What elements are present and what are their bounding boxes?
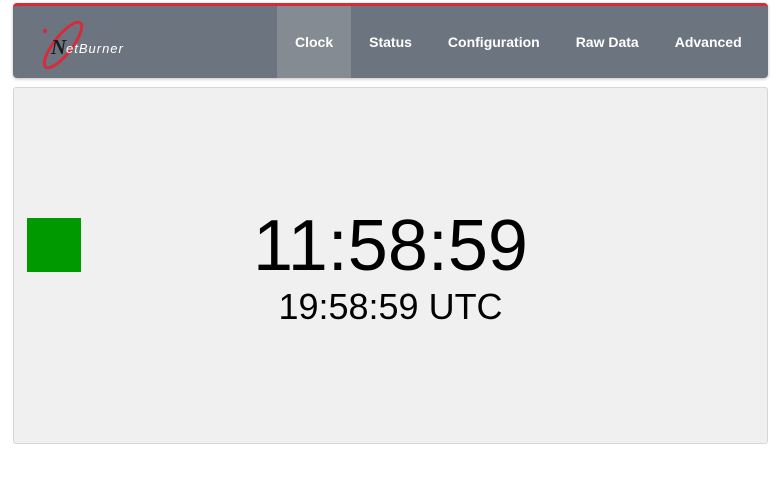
nav-item-configuration[interactable]: Configuration bbox=[430, 6, 558, 78]
nav-item-raw-data[interactable]: Raw Data bbox=[558, 6, 657, 78]
nav-item-status[interactable]: Status bbox=[351, 6, 430, 78]
nav-item-label: Clock bbox=[295, 34, 334, 50]
logo-text: etBurner bbox=[66, 41, 124, 56]
top-navbar: N etBurner Clock Status Configuration Ra… bbox=[13, 3, 768, 78]
local-time-display: 11:58:59 bbox=[253, 206, 528, 286]
nav-item-label: Status bbox=[369, 34, 412, 50]
netburner-logo-icon: N etBurner bbox=[42, 20, 124, 70]
netburner-logo[interactable]: N etBurner bbox=[33, 10, 163, 78]
nav-menu: Clock Status Configuration Raw Data Adva… bbox=[277, 6, 760, 78]
nav-item-label: Raw Data bbox=[575, 34, 639, 50]
logo-letter: N bbox=[50, 35, 67, 59]
nav-item-label: Advanced bbox=[674, 34, 742, 50]
nav-item-advanced[interactable]: Advanced bbox=[657, 6, 760, 78]
clock-panel: 11:58:59 19:58:59 UTC bbox=[13, 87, 768, 444]
nav-item-clock[interactable]: Clock bbox=[277, 6, 352, 78]
utc-time-display: 19:58:59 UTC bbox=[278, 286, 503, 327]
nav-item-label: Configuration bbox=[447, 34, 540, 50]
